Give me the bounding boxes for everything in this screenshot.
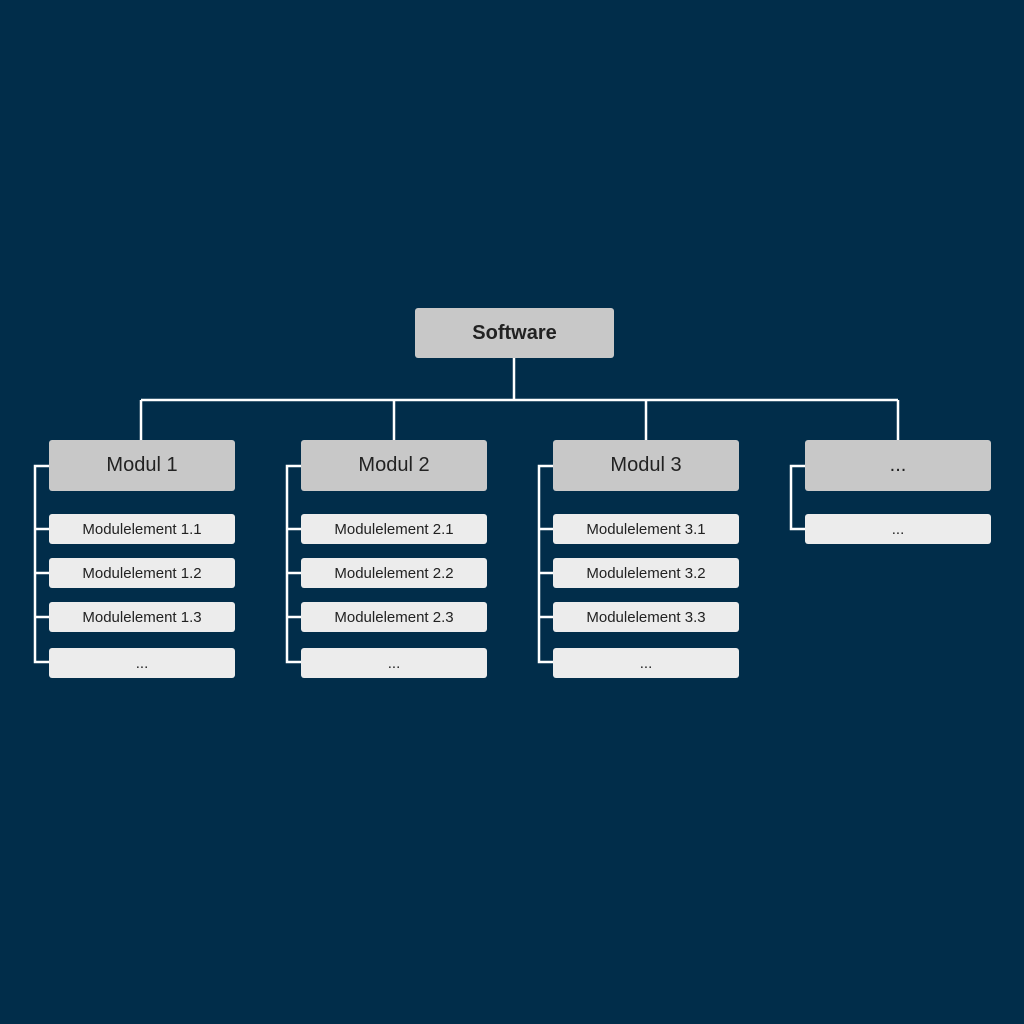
module-4-bracket: [789, 464, 805, 531]
module-node-2: Modul 2: [301, 440, 487, 491]
module-element: Modulelement 2.3: [301, 602, 487, 632]
root-node: Software: [415, 308, 614, 358]
module-element: Modulelement 3.2: [553, 558, 739, 588]
module-element: ...: [553, 648, 739, 678]
module-node-4: ...: [805, 440, 991, 491]
module-element: ...: [805, 514, 991, 544]
module-element: ...: [301, 648, 487, 678]
module-1-bracket: [33, 464, 49, 664]
module-element: Modulelement 1.1: [49, 514, 235, 544]
module-element: Modulelement 2.1: [301, 514, 487, 544]
module-element: ...: [49, 648, 235, 678]
connector-lines: [33, 358, 900, 664]
module-element: Modulelement 1.3: [49, 602, 235, 632]
module-element: Modulelement 3.3: [553, 602, 739, 632]
module-element: Modulelement 1.2: [49, 558, 235, 588]
module-node-1: Modul 1: [49, 440, 235, 491]
module-3-bracket: [537, 464, 553, 664]
module-2-bracket: [285, 464, 301, 664]
module-element: Modulelement 3.1: [553, 514, 739, 544]
module-element: Modulelement 2.2: [301, 558, 487, 588]
module-node-3: Modul 3: [553, 440, 739, 491]
